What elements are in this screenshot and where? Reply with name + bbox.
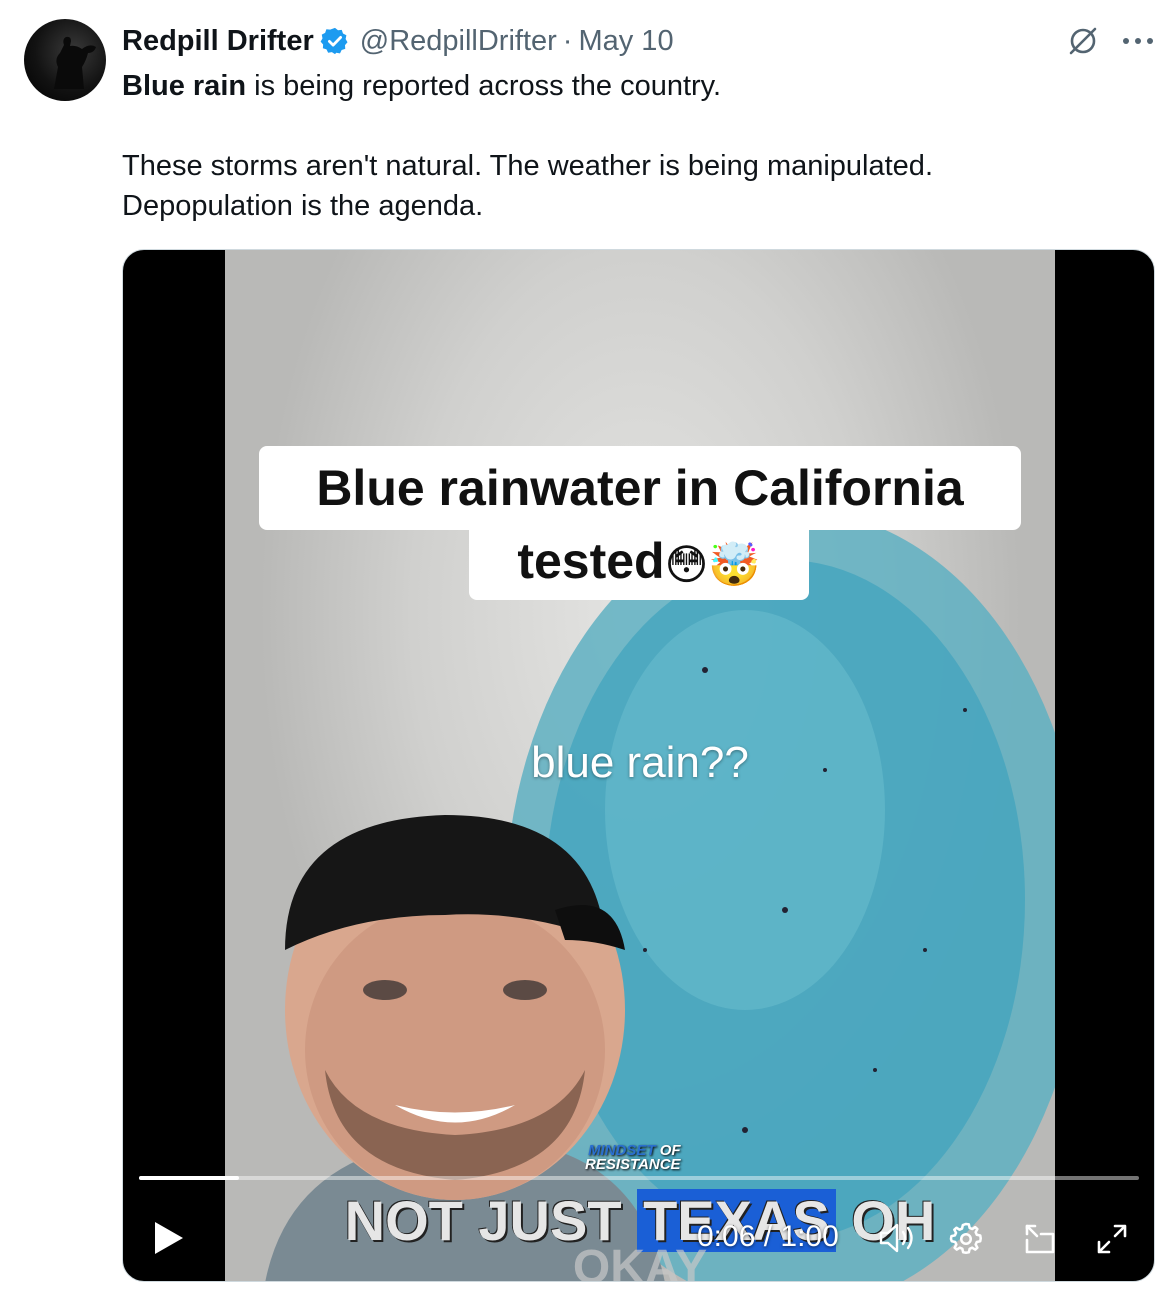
bold-phrase: Blue rain [122,70,247,102]
author-handle[interactable]: @RedpillDrifter [360,25,557,58]
tweet-date[interactable]: May 10 [578,25,673,58]
video-time: 0:06 / 1:00 [697,1220,839,1254]
video-frame[interactable]: Blue rainwater in California tested😳🤯 bl… [225,250,1055,1282]
video-caption-line-1: Blue rainwater in California [259,446,1021,530]
current-time: 0:06 [697,1220,756,1253]
gear-icon[interactable] [947,1220,985,1258]
more-icon[interactable] [1118,28,1158,54]
video-watermark: MINDSET OF RESISTANCE [585,1143,681,1173]
tweet-line-1: is being reported across the country. [246,70,722,102]
video-caption-line-2: tested😳🤯 [469,522,809,600]
time-separator: / [755,1220,781,1253]
video-player[interactable]: Blue rainwater in California tested😳🤯 bl… [122,249,1155,1282]
video-overlay-text: blue rain?? [531,738,749,787]
grok-icon[interactable] [1066,24,1100,58]
tweet-line-2: These storms aren't natural. The weather… [122,150,933,182]
progress-fill [139,1176,239,1180]
volume-icon[interactable] [877,1220,917,1256]
video-subtitle-line-2: OKAY [572,1241,708,1282]
caption-tested: tested [517,533,665,589]
tweet-text: Blue rain is being reported across the c… [122,66,1152,226]
fullscreen-icon[interactable] [1093,1220,1131,1258]
tweet-header: Redpill Drifter @RedpillDrifter · May 10 [122,24,674,58]
caption-emojis: 😳🤯 [664,540,761,588]
watermark-resistance: RESISTANCE [585,1156,681,1173]
separator-dot: · [562,24,573,57]
picture-in-picture-icon[interactable] [1021,1220,1059,1258]
verified-badge-icon [320,27,348,55]
tweet-line-3: Depopulation is the agenda. [122,190,484,222]
duration: 1:00 [780,1220,839,1253]
play-icon[interactable] [151,1220,185,1256]
progress-bar[interactable] [139,1176,1139,1180]
rider-silhouette-icon [54,36,96,89]
avatar[interactable] [24,19,106,101]
author-name[interactable]: Redpill Drifter [122,25,314,58]
